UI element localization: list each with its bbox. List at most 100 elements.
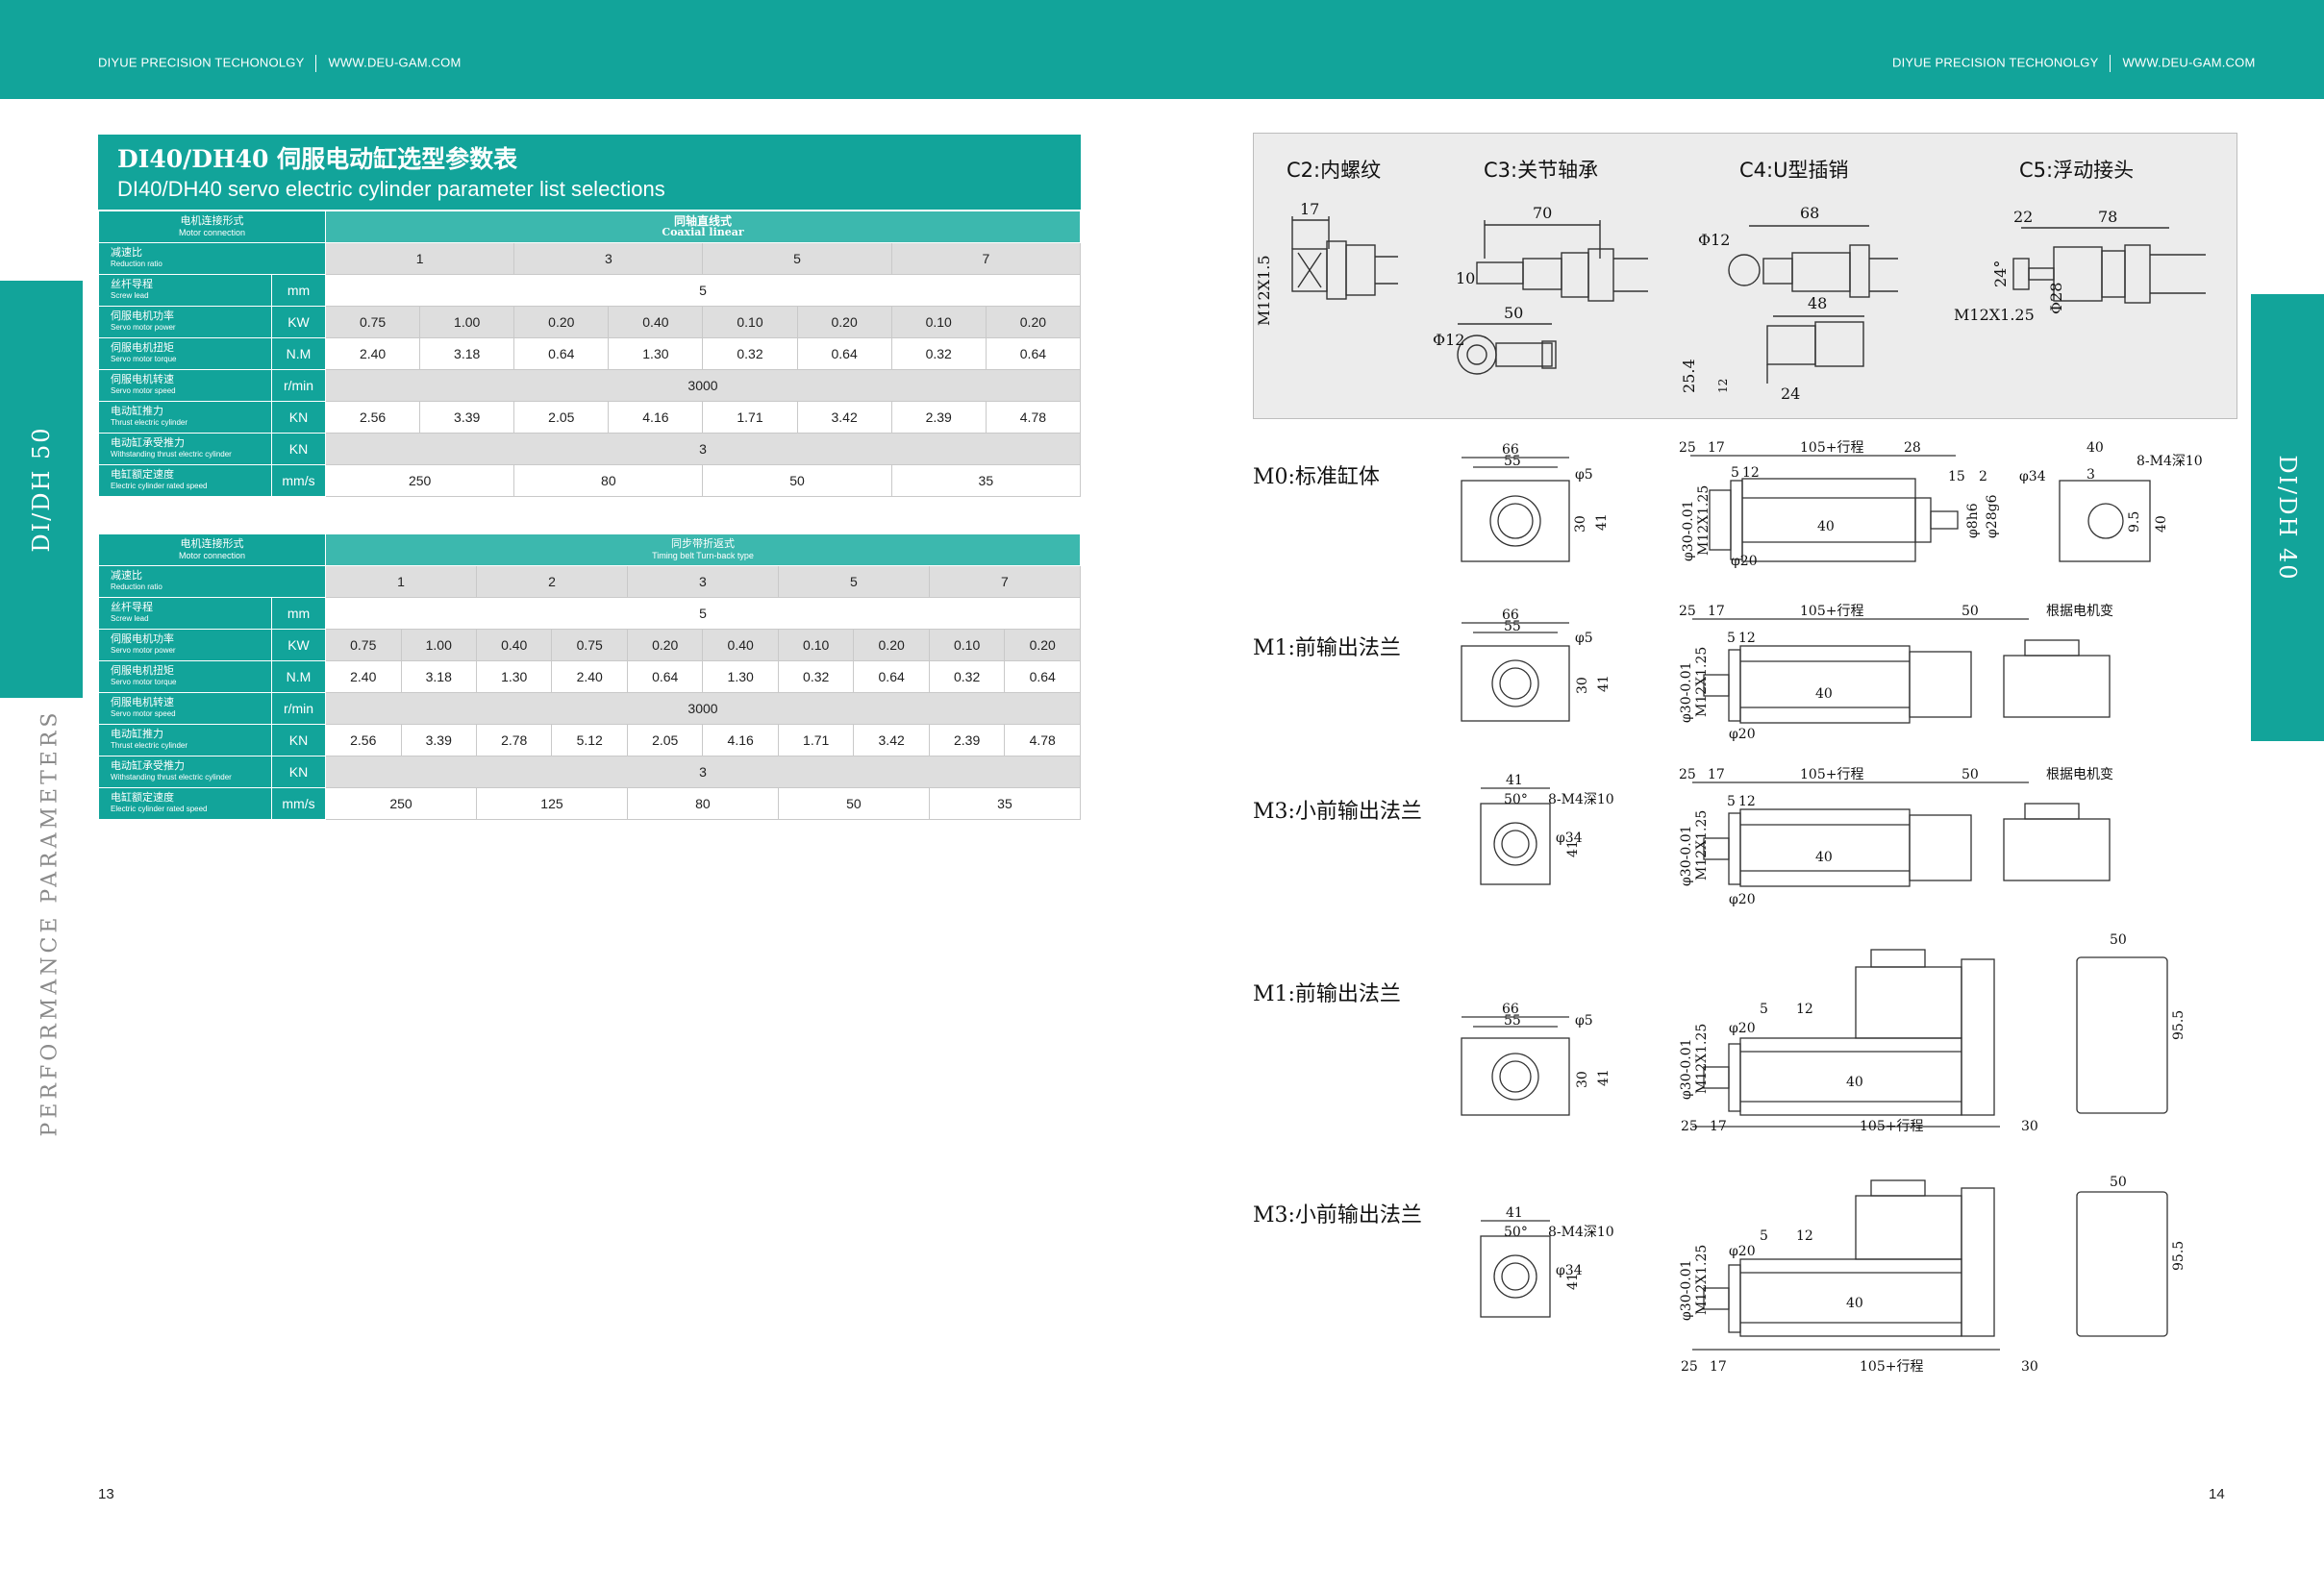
table-row: 伺服电机转速 Servo motor speed r/min 3000 [98,369,1081,402]
table-cell: 1.71 [702,401,798,434]
dim-label: φ20 [1729,1244,1756,1259]
table-cell: 0.20 [626,629,704,661]
dim-label: 41 [1565,840,1581,857]
table-cell: 0.75 [325,629,402,661]
dim-label: φ30-0.01 [1679,825,1694,886]
dim-label: Φ12 [1433,331,1464,349]
dim-label: M12X1.25 [1696,485,1712,556]
dim-label: 5 [1760,1002,1768,1017]
table-cell: 0.40 [702,629,779,661]
table-cell: 5 [325,597,1081,630]
table-cell: 0.10 [890,306,987,338]
m3b-drawing: 41 50° 8-M4深10 φ34 41 5 12 φ20 φ30-0.01 … [1480,1175,2187,1375]
dim-label: 17 [1708,440,1725,456]
side-tab-left: DI/DH 50 [0,281,83,698]
dim-label: 105+行程 [1860,1359,1923,1375]
website-link[interactable]: WWW.DEU-GAM.COM [328,55,461,69]
dim-label: φ8h6 [1965,503,1981,538]
table-cell: 50 [777,787,930,820]
dim-label: M12X1.25 [1694,1245,1710,1315]
dim-label: 95.5 [2171,1010,2187,1040]
header-divider [315,55,317,72]
row-label-speed: 伺服电机转速 Servo motor speed [98,692,272,725]
dim-label: 50 [1962,767,1979,782]
table-cell: 4.78 [985,401,1082,434]
table-cell: 2.56 [325,401,421,434]
dim-label: 50 [1504,304,1523,322]
table-cell: 2.40 [551,660,628,693]
table-cell: 5 [702,242,892,275]
model-m1-title: M1:前输出法兰 [1253,636,1401,660]
coupling-c3-title: C3:关节轴承 [1484,159,1599,182]
dim-label: 3 [2087,467,2095,483]
page-title-en: DI40/DH40 servo electric cylinder parame… [117,177,665,201]
dim-label: φ30-0.01 [1679,1038,1694,1100]
row-label-torque: 伺服电机扭矩 Servo motor torque [98,660,272,693]
table-row: 电缸额定速度 Electric cylinder rated speed mm/s… [98,787,1082,820]
table-row: 伺服电机转速 Servo motor speed r/min 3000 [98,692,1081,725]
table-cell: 1.00 [400,629,477,661]
dim-label: M12X1.5 [1255,255,1273,326]
dim-label: 40 [2154,515,2169,533]
dim-label: 17 [1708,767,1725,782]
table-cell: 0.10 [928,629,1006,661]
dim-label: 5 [1760,1228,1768,1244]
table-cell: 1.00 [419,306,515,338]
dim-label: φ5 [1575,1013,1593,1029]
row-label-speed: 伺服电机转速 Servo motor speed [98,369,272,402]
table-cell: 3.18 [419,337,515,370]
row-label-thrust: 电动缸推力 Thrust electric cylinder [98,724,272,756]
table-row: 伺服电机功率 Servo motor power KW 0.75 1.00 0.2… [98,306,1082,338]
table-cell: 0.32 [777,660,855,693]
row-label-rated-speed: 电缸额定速度 Electric cylinder rated speed [98,464,272,497]
row-label-power: 伺服电机功率 Servo motor power [98,629,272,661]
dim-label: 5 [1727,794,1736,809]
table-cell: 0.20 [1004,629,1081,661]
table-cell: 3000 [325,692,1081,725]
table-row: 电动缸推力 Thrust electric cylinder KN 2.56 3.… [98,724,1081,756]
unit-cell: KN [270,401,327,434]
side-tab-right-label: DI/DH 40 [2274,454,2301,582]
dim-label: 17 [1708,604,1725,619]
coupling-c2-title: C2:内螺纹 [1287,159,1382,182]
table-row: 电缸额定速度 Electric cylinder rated speed mm/s… [98,464,1082,497]
coupling-options-panel: C2:内螺纹 C3:关节轴承 C4:U型插销 C5:浮动接头 17 M12X1.… [1253,133,2237,419]
header-divider-right [2110,55,2112,72]
dim-label: 48 [1808,294,1827,312]
website-link-right[interactable]: WWW.DEU-GAM.COM [2122,55,2255,69]
unit-cell: KN [270,756,327,788]
table-cell: 7 [928,565,1082,598]
table-row: 丝杆导程 Screw lead mm 5 [98,274,1081,307]
motor-connection-header: 电机连接形式 Motor connection [97,533,327,566]
table-cell: 0.75 [325,306,421,338]
dim-label: 30 [2021,1359,2038,1375]
table-cell: 2.78 [475,724,553,756]
dim-label: 105+行程 [1800,767,1863,782]
table-cell: 1 [325,242,515,275]
dim-label: 25 [1681,1359,1698,1375]
table-row: 电动缸承受推力 Withstanding thrust electric cyli… [98,756,1081,788]
table-cell: 2.39 [928,724,1006,756]
model-m1b-title: M1:前输出法兰 [1253,982,1401,1006]
table-row: 丝杆导程 Screw lead mm 5 [98,597,1081,630]
table-row: 电机连接形式 Motor connection 同步带折返式 Timing belt… [97,533,1081,566]
table-cell: 0.40 [608,306,704,338]
table-cell: 0.32 [702,337,798,370]
row-label-thrust: 电动缸推力 Thrust electric cylinder [98,401,272,434]
row-label-lead: 丝杆导程 Screw lead [98,597,272,630]
header-bar: DIYUE PRECISION TECHONOLGY WWW.DEU-GAM.CO… [0,0,2324,99]
dim-label: Φ28 [2047,283,2065,314]
dim-label: 17 [1300,200,1319,218]
dim-label: 68 [1800,204,1819,222]
dim-label: 28 [1904,440,1921,456]
dim-label: 41 [1596,675,1612,692]
dim-label: M12X1.25 [1694,647,1710,717]
unit-cell: KW [270,629,327,661]
dim-label: 55 [1504,1013,1521,1029]
table-row: 电机连接形式 Motor connection 同轴直线式 Coaxial line… [97,211,1081,243]
dim-label: M12X1.25 [1954,306,2035,324]
dim-label: 24° [1991,260,2010,287]
table-cell: 7 [890,242,1082,275]
dim-label: 41 [1596,1069,1612,1086]
dim-label: 105+行程 [1860,1119,1923,1134]
